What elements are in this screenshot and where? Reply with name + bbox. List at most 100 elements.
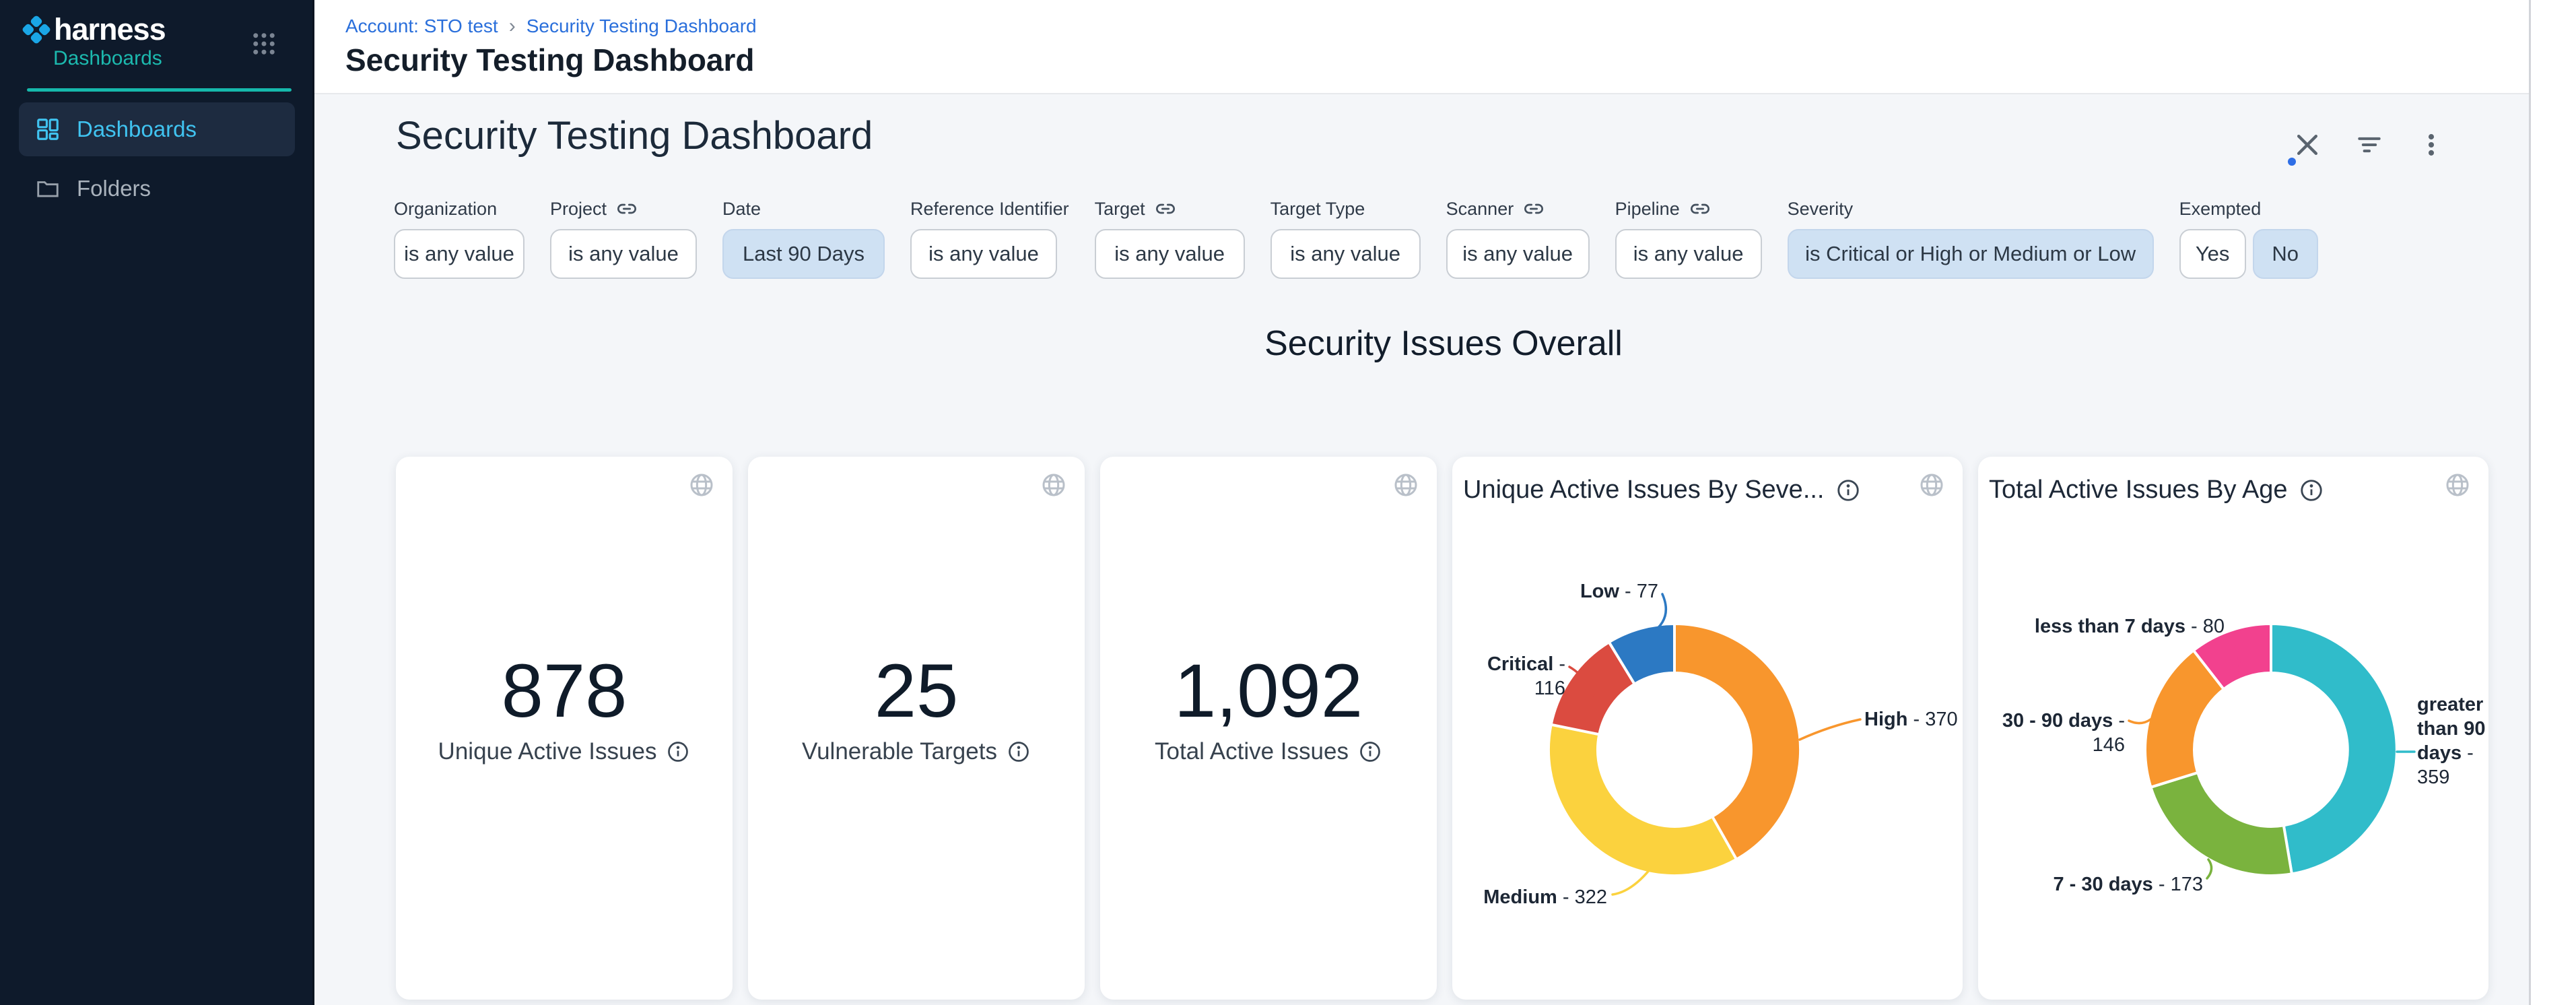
dashboards-icon xyxy=(35,117,61,142)
exempted-yes-button[interactable]: Yes xyxy=(2179,229,2246,279)
close-icon[interactable] xyxy=(2292,129,2323,160)
sidebar-item-folders[interactable]: Folders xyxy=(19,162,295,216)
folder-icon xyxy=(35,176,61,201)
pointer-dot xyxy=(2288,158,2296,166)
stat-label: Vulnerable Targets xyxy=(802,738,997,765)
filter-project: Project is any value xyxy=(550,195,697,279)
info-icon[interactable] xyxy=(1358,740,1382,764)
donut-slice-7---30-days[interactable] xyxy=(2151,773,2292,876)
filter-value-button[interactable]: is any value xyxy=(1446,229,1590,279)
sidebar-nav: Dashboards Folders xyxy=(19,102,295,221)
filter-value-button[interactable]: Last 90 Days xyxy=(722,229,885,279)
filter-label: Date xyxy=(722,199,761,220)
info-icon[interactable] xyxy=(1835,478,1861,503)
donut-label: greater than 90 days359 xyxy=(2417,692,2491,789)
stat-label: Unique Active Issues xyxy=(438,738,657,765)
filter-value-button[interactable]: is any value xyxy=(550,229,697,279)
donut-label: 7 - 30 days173 xyxy=(1978,872,2203,897)
filter-value-button[interactable]: is any value xyxy=(1615,229,1762,279)
filter-value-button[interactable]: is any value xyxy=(1270,229,1421,279)
link-icon xyxy=(1689,198,1711,220)
tile-unique-active-issues: 878 Unique Active Issues xyxy=(396,457,733,1000)
app-root: harness Dashboards Dashboards xyxy=(0,0,2576,1005)
donut-slice-greater-than-90-days[interactable] xyxy=(2271,624,2397,874)
filter-label: Reference Identifier xyxy=(910,199,1069,220)
stat-value: 1,092 xyxy=(1100,653,1437,729)
tile-issues-by-age: greater than 90 days359 7 - 30 days173 30 … xyxy=(1978,457,2488,1000)
section-title: Security Issues Overall xyxy=(396,323,2491,364)
globe-icon[interactable] xyxy=(1918,472,1945,498)
donut-label: Low77 xyxy=(1452,579,1658,604)
tile-total-active-issues: 1,092 Total Active Issues xyxy=(1100,457,1437,1000)
link-icon xyxy=(1155,198,1176,220)
filter-label: Organization xyxy=(394,199,497,220)
donut-slice-medium[interactable] xyxy=(1549,725,1736,876)
chevron-right-icon: › xyxy=(509,15,516,38)
chart-title: Unique Active Issues By Seve... xyxy=(1463,476,1825,505)
tile-row: 878 Unique Active Issues 25 Vulnerable T… xyxy=(396,457,2488,1000)
filter-bar: Organization is any value Project is any… xyxy=(394,195,2318,279)
filter-exempted: Exempted Yes No xyxy=(2179,195,2318,279)
dashboard-heading: Security Testing Dashboard xyxy=(396,113,873,158)
filter-value-button[interactable]: is any value xyxy=(910,229,1057,279)
filter-value-button[interactable]: is any value xyxy=(394,229,524,279)
scrollbar-track[interactable] xyxy=(2529,0,2576,1005)
stat-label-row: Vulnerable Targets xyxy=(748,738,1085,765)
sidebar-item-label: Folders xyxy=(77,176,151,201)
info-icon[interactable] xyxy=(2299,478,2324,503)
filter-label: Exempted xyxy=(2179,199,2262,220)
harness-logo-icon xyxy=(20,13,53,46)
filter-scanner: Scanner is any value xyxy=(1446,195,1590,279)
globe-icon[interactable] xyxy=(688,472,715,498)
exempted-no-button[interactable]: No xyxy=(2253,229,2318,279)
donut-label: Medium322 xyxy=(1452,885,1607,909)
filter-label: Scanner xyxy=(1446,199,1514,220)
filter-target-type: Target Type is any value xyxy=(1270,195,1421,279)
filter-label: Target xyxy=(1095,199,1145,220)
link-icon xyxy=(616,198,638,220)
filter-label: Target Type xyxy=(1270,199,1365,220)
chart-title-row: Total Active Issues By Age xyxy=(1989,476,2324,505)
filter-date: Date Last 90 Days xyxy=(722,195,885,279)
filter-pipeline: Pipeline is any value xyxy=(1615,195,1762,279)
stat-label-row: Unique Active Issues xyxy=(396,738,733,765)
sidebar: harness Dashboards Dashboards xyxy=(0,0,314,1005)
filter-value-button[interactable]: is any value xyxy=(1095,229,1245,279)
stat-label: Total Active Issues xyxy=(1155,738,1349,765)
filter-label: Severity xyxy=(1788,199,1854,220)
sidebar-divider xyxy=(27,88,292,92)
apps-grid-icon[interactable] xyxy=(250,30,278,58)
breadcrumb-dashboard[interactable]: Security Testing Dashboard xyxy=(527,15,757,37)
sidebar-item-dashboards[interactable]: Dashboards xyxy=(19,102,295,156)
sidebar-item-label: Dashboards xyxy=(77,117,197,142)
product-name: Dashboards xyxy=(53,47,162,70)
breadcrumb-account[interactable]: Account: STO test xyxy=(345,15,498,37)
dashboard-actions xyxy=(2292,129,2447,160)
donut-label: Critical116 xyxy=(1452,652,1565,701)
link-icon xyxy=(1523,198,1545,220)
donut-label-connector xyxy=(2129,719,2150,723)
globe-icon[interactable] xyxy=(1040,472,1067,498)
filter-severity: Severity is Critical or High or Medium o… xyxy=(1788,195,2154,279)
globe-icon[interactable] xyxy=(1392,472,1419,498)
more-vertical-icon[interactable] xyxy=(2416,129,2447,160)
chart-title: Total Active Issues By Age xyxy=(1989,476,2288,505)
stat-value: 878 xyxy=(396,653,733,729)
globe-icon[interactable] xyxy=(2444,472,2471,498)
filter-target: Target is any value xyxy=(1095,195,1245,279)
harness-logo[interactable]: harness xyxy=(20,13,166,46)
tile-issues-by-severity: High370Medium322Critical116Low77 Unique … xyxy=(1452,457,1963,1000)
stat-label-row: Total Active Issues xyxy=(1100,738,1437,765)
info-icon[interactable] xyxy=(666,740,690,764)
info-icon[interactable] xyxy=(1007,740,1031,764)
filter-reference-identifier: Reference Identifier is any value xyxy=(910,195,1069,279)
donut-label-connector xyxy=(1800,719,1860,740)
donut-label: less than 7 days80 xyxy=(1978,614,2225,639)
donut-label: 30 - 90 days146 xyxy=(1978,709,2125,757)
filter-label: Project xyxy=(550,199,607,220)
filter-icon[interactable] xyxy=(2354,129,2385,160)
donut-label-connector xyxy=(2207,860,2212,878)
donut-chart-age: greater than 90 days359 7 - 30 days173 30 … xyxy=(1978,457,2488,1000)
filter-value-button[interactable]: is Critical or High or Medium or Low xyxy=(1788,229,2154,279)
tile-vulnerable-targets: 25 Vulnerable Targets xyxy=(748,457,1085,1000)
